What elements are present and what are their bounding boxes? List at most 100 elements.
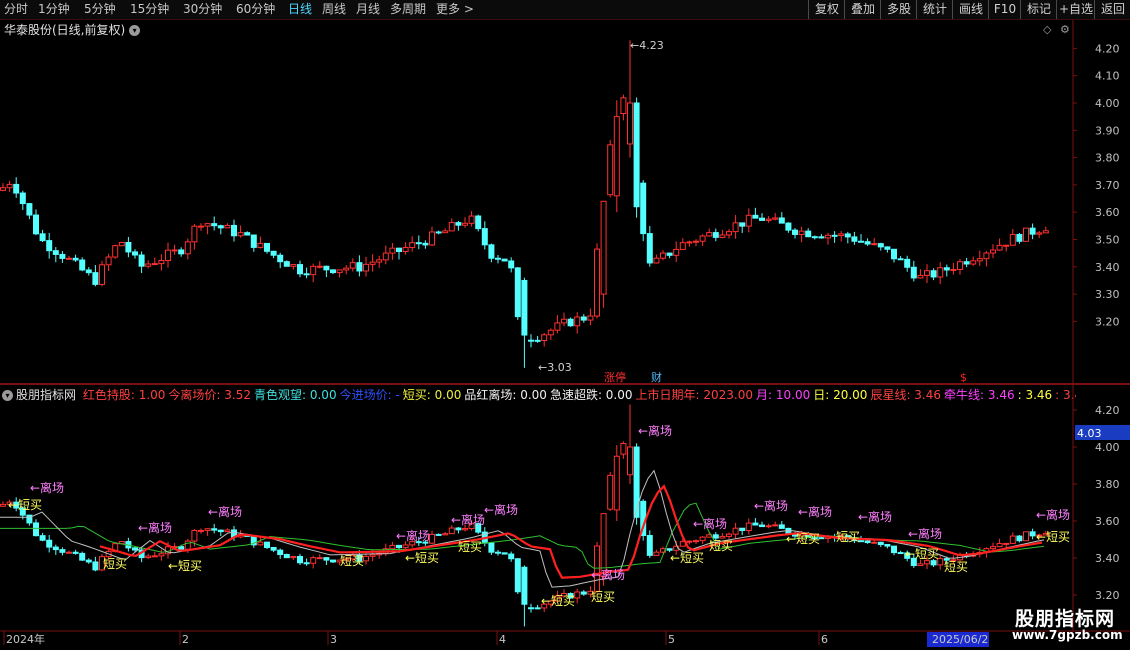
main-candle-body <box>937 267 944 278</box>
main-candle-body <box>415 242 422 245</box>
indicator-candle-body <box>1029 531 1036 537</box>
main-candle-body <box>224 224 231 229</box>
indicator-candle-body <box>666 548 673 551</box>
main-candle-body <box>990 249 996 254</box>
main-candle-body <box>145 263 152 267</box>
leave-signal-label: ←离场 <box>638 423 672 438</box>
main-candle-body <box>290 264 297 267</box>
main-candle-body <box>739 222 746 227</box>
leave-signal-label: ←离场 <box>484 502 518 517</box>
current-price-label: 4.03 <box>1077 427 1102 440</box>
main-candle-body <box>283 261 290 267</box>
main-candle-body <box>66 257 72 260</box>
indicator-axis-label: 4.00 <box>1095 441 1120 454</box>
leave-signal-label: ←离场 <box>754 498 788 513</box>
price-axis-label: 3.20 <box>1095 315 1120 328</box>
main-candle-body <box>435 231 442 234</box>
main-candle-body <box>732 222 739 233</box>
indicator-candle-body <box>607 474 614 510</box>
event-marker: $ <box>960 371 967 384</box>
main-candle-body <box>184 241 191 255</box>
indicator-candle-body <box>574 591 581 599</box>
main-candle-body <box>396 247 402 252</box>
indicator-candle-body <box>501 552 508 555</box>
indicator-candle-body <box>745 522 752 531</box>
main-candle-body <box>105 256 112 266</box>
main-candle-body <box>99 264 105 285</box>
main-candle-body <box>996 244 1003 251</box>
indicator-candle-body <box>310 557 317 564</box>
indicator-candle-body <box>877 541 884 546</box>
main-candle-body <box>620 97 627 115</box>
indicator-candle-body <box>158 553 165 557</box>
main-candle-body <box>534 339 541 342</box>
main-candle-body <box>297 264 303 275</box>
indicator-candle-body <box>686 540 693 543</box>
main-candle-body <box>264 242 270 252</box>
main-candle-body <box>792 229 798 235</box>
main-candle-body <box>910 266 917 279</box>
candlestick-chart[interactable]: 4.20 4.10 4.00 3.90 3.80 3.70 3.60 3.50 3.40 3.30… <box>0 0 1130 650</box>
indicator-candle-body <box>884 544 891 547</box>
indicator-candle-body <box>316 557 323 560</box>
price-axis-label: 4.10 <box>1095 70 1120 83</box>
indicator-candle-body <box>270 546 277 551</box>
main-candle-body <box>171 249 178 252</box>
main-candle-body <box>336 269 343 274</box>
indicator-candle-body <box>739 527 746 531</box>
buy-signal-label: ←短买 <box>905 547 939 561</box>
indicator-candle-body <box>897 552 904 555</box>
indicator-candle-body <box>442 533 449 536</box>
main-candle-body <box>488 244 495 259</box>
main-candle-body <box>904 258 911 268</box>
main-candle-body <box>125 241 132 253</box>
leave-signal-label: ←离场 <box>30 480 64 495</box>
main-candle-body <box>666 252 673 256</box>
indicator-candle-body <box>772 524 779 527</box>
main-candle-body <box>468 215 475 224</box>
main-candle-body <box>712 232 719 238</box>
main-candle-body <box>1029 227 1036 235</box>
price-axis-label: 3.40 <box>1095 261 1120 274</box>
indicator-candle-body <box>864 540 871 544</box>
main-candle-body <box>930 270 937 278</box>
main-candle-body <box>594 248 600 317</box>
indicator-candle-body <box>765 525 772 528</box>
buy-signal-label: ←短买 <box>541 594 575 608</box>
indicator-candle-body <box>283 554 290 559</box>
main-candle-body <box>52 250 59 255</box>
date-axis-label: 3 <box>330 633 337 646</box>
date-axis-label: 6 <box>821 633 828 646</box>
main-candle-body <box>118 241 125 247</box>
buy-signal-label: 短买 <box>944 560 968 574</box>
main-candle-body <box>112 245 119 258</box>
main-candle-body <box>567 318 574 327</box>
indicator-axis-label: 3.60 <box>1095 515 1120 528</box>
leave-signal-label: ←离场 <box>1036 507 1070 522</box>
main-candle-body <box>303 273 310 276</box>
main-candle-body <box>85 269 92 274</box>
indicator-candle-body <box>917 563 924 567</box>
main-candle-body <box>897 258 904 261</box>
indicator-candle-body <box>534 607 541 610</box>
main-candle-body <box>1003 244 1010 247</box>
indicator-candle-body <box>435 533 442 536</box>
buy-signal-label: ←短买 <box>8 498 42 512</box>
main-candle-body <box>363 263 369 272</box>
main-candle-body <box>613 116 620 197</box>
indicator-candle-body <box>264 541 270 548</box>
indicator-candle-body <box>389 544 396 550</box>
date-axis-label: 2024年 <box>6 632 45 646</box>
date-axis-label: 2025/06/2 <box>932 633 988 646</box>
buy-signal-label: ←短买 <box>670 551 704 565</box>
price-axis-label: 4.00 <box>1095 97 1120 110</box>
indicator-candle-body <box>39 535 46 541</box>
indicator-candle-body <box>184 540 191 550</box>
leave-signal-label: ←离场 <box>208 504 242 519</box>
main-candle-body <box>765 218 772 221</box>
main-candle-body <box>970 260 977 265</box>
main-candle-body <box>983 252 990 260</box>
indicator-candle-body <box>495 551 501 554</box>
indicator-candle-body <box>488 542 495 553</box>
indicator-candle-body <box>323 557 330 561</box>
